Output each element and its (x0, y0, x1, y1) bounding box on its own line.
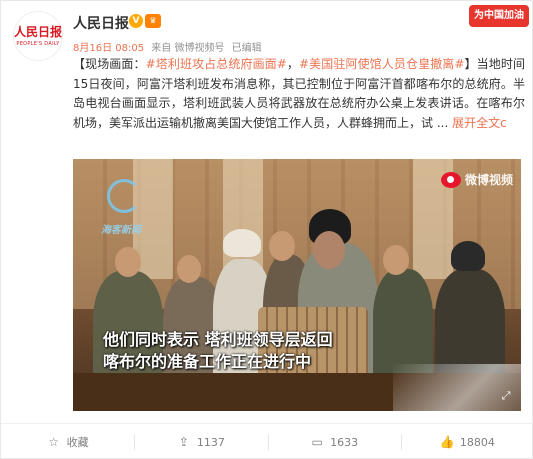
watermark-left: 海客新闻 (101, 177, 147, 237)
post-time[interactable]: 8月16日 08:05 (73, 43, 144, 54)
avatar[interactable]: 人民日报 PEOPLE'S DAILY (13, 11, 63, 61)
news-logo-icon (107, 179, 141, 213)
action-bar: ☆ 收藏 ⇪ 1137 ▭ 1633 👍 18804 (1, 423, 533, 459)
edited-label[interactable]: 已编辑 (232, 43, 262, 54)
share-button[interactable]: ⇪ 1137 (134, 424, 267, 459)
expand-link[interactable]: 展开全文c (452, 116, 507, 130)
favorite-button[interactable]: ☆ 收藏 (1, 424, 134, 459)
weibo-post-card: 人民日报 PEOPLE'S DAILY 人民日报 V ♛ 8月16日 08:05… (0, 0, 533, 459)
share-icon: ⇪ (178, 435, 189, 449)
user-name[interactable]: 人民日报 (73, 13, 129, 33)
like-button[interactable]: 👍 18804 (400, 424, 533, 459)
weibo-logo-icon (440, 171, 461, 188)
video-figure-head (383, 245, 409, 275)
comment-button[interactable]: ▭ 1633 (267, 424, 401, 459)
promo-badge[interactable]: 为中国加油 (469, 5, 529, 27)
video-figure-head (223, 229, 261, 257)
video-figure-head (115, 247, 141, 277)
video-player[interactable]: 海客新闻 微博视频 他们同时表示 塔利班领导层返回 喀布尔的准备工作正在进行中 … (73, 159, 521, 411)
like-icon: 👍 (439, 435, 455, 449)
like-count: 18804 (459, 435, 495, 449)
expand-label: 展开全文 (452, 115, 501, 130)
fullscreen-icon[interactable]: ⤢ (499, 389, 513, 403)
post-separator: ， (286, 57, 300, 71)
hashtag-link[interactable]: #塔利班攻占总统府画面# (146, 57, 287, 71)
watermark-right-text: 微博视频 (464, 173, 513, 187)
star-icon: ☆ (48, 435, 59, 449)
share-count: 1137 (196, 435, 225, 449)
watermark-right: 微博视频 (440, 171, 513, 188)
video-figure-head (177, 255, 201, 283)
video-figure-head (313, 231, 345, 269)
subtitle-line: 他们同时表示 塔利班领导层返回 (103, 330, 333, 349)
chevron-down-icon: c (500, 115, 507, 130)
video-figure-head (269, 231, 295, 261)
favorite-label: 收藏 (66, 436, 89, 449)
watermark-left-text: 海客新闻 (101, 225, 141, 236)
comment-count: 1633 (330, 435, 359, 449)
post-text: 【现场画面：#塔利班攻占总统府画面#，#美国驻阿使馆人员仓皇撤离#】当地时间15… (73, 55, 525, 133)
member-badge-icon[interactable]: ♛ (145, 14, 161, 28)
video-figure-head (451, 241, 485, 271)
avatar-logo-subtext: PEOPLE'S DAILY (16, 40, 60, 47)
hashtag-link[interactable]: #美国驻阿使馆人员仓皇撤离# (299, 57, 464, 71)
subtitle-line: 喀布尔的准备工作正在进行中 (103, 352, 312, 371)
avatar-logo-text: 人民日报 (14, 24, 63, 39)
comment-icon: ▭ (311, 435, 323, 449)
verified-badge-icon: V (129, 14, 143, 28)
post-lead: 【现场画面： (73, 57, 146, 71)
video-subtitle: 他们同时表示 塔利班领导层返回 喀布尔的准备工作正在进行中 (103, 329, 483, 373)
post-source[interactable]: 来自 微博视频号 (151, 43, 224, 54)
post-meta: 8月16日 08:05 来自 微博视频号 已编辑 (73, 39, 266, 54)
